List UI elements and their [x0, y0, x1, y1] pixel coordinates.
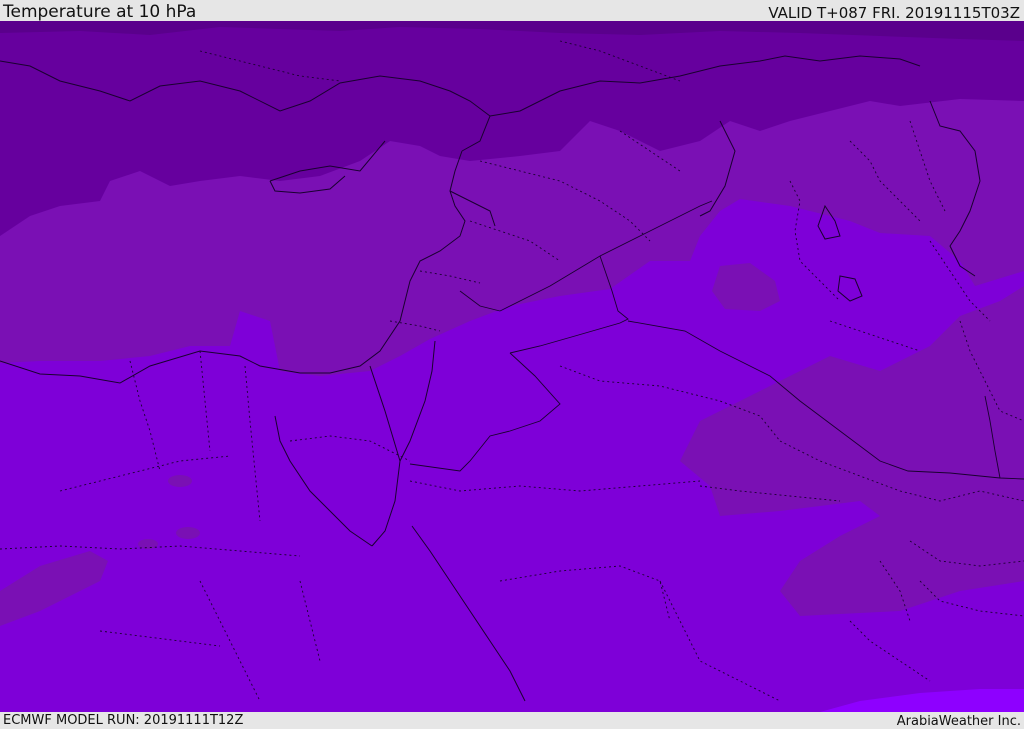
- footer-bar: ECMWF MODEL RUN: 20191111T12Z ArabiaWeat…: [0, 712, 1024, 729]
- band-mid-patch-2: [176, 527, 200, 539]
- header-bar: Temperature at 10 hPa VALID T+087 FRI. 2…: [0, 0, 1024, 21]
- map-canvas: [0, 21, 1024, 712]
- temperature-map: [0, 21, 1024, 712]
- credit-label: ArabiaWeather Inc.: [896, 714, 1021, 729]
- map-title: Temperature at 10 hPa: [3, 2, 197, 22]
- band-mid-patch-1: [168, 475, 192, 487]
- weather-map-frame: Temperature at 10 hPa VALID T+087 FRI. 2…: [0, 0, 1024, 729]
- model-run-label: ECMWF MODEL RUN: 20191111T12Z: [3, 713, 244, 728]
- valid-time-label: VALID T+087 FRI. 20191115T03Z: [768, 4, 1020, 22]
